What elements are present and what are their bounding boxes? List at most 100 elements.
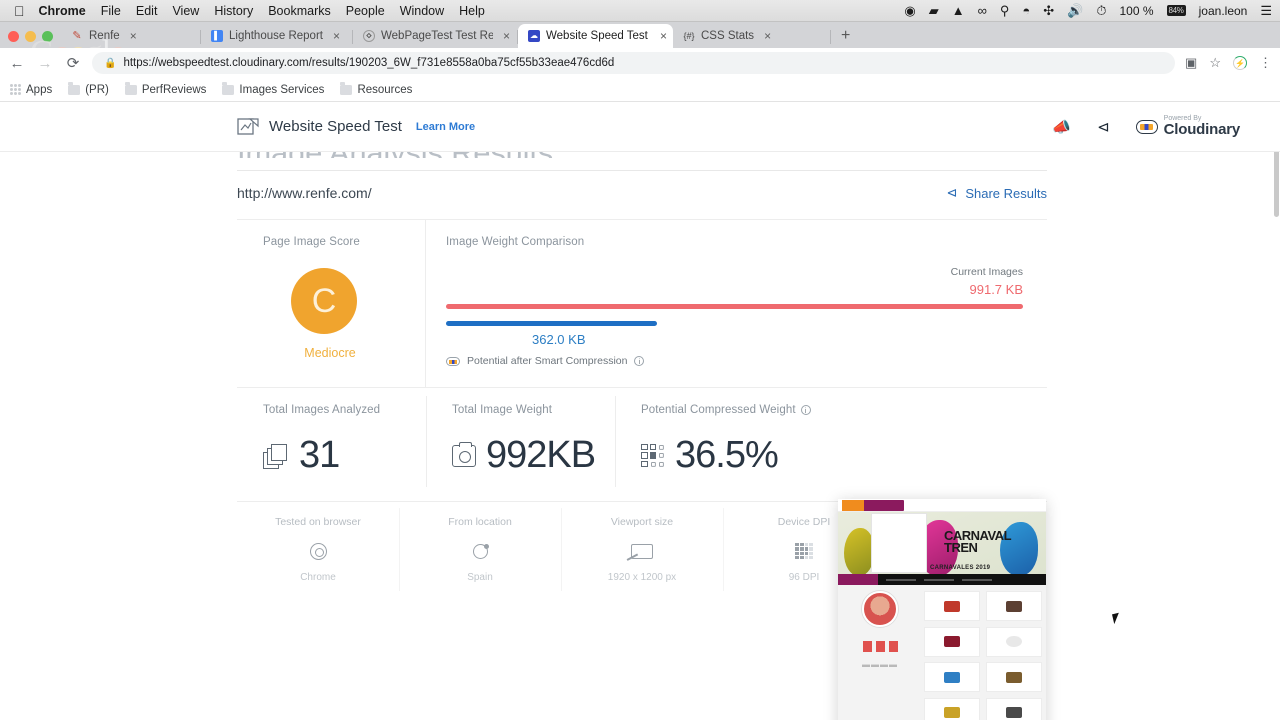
menu-item-edit[interactable]: Edit xyxy=(136,4,158,18)
tab-close-icon[interactable]: × xyxy=(503,29,510,43)
menu-item-help[interactable]: Help xyxy=(459,4,485,18)
metric-total-images-analyzed: Total Images Analyzed 31 xyxy=(237,388,426,501)
megaphone-icon[interactable]: 📣 xyxy=(1052,118,1071,136)
tab-close-icon[interactable]: × xyxy=(333,29,340,43)
tab-css-stats[interactable]: {#} CSS Stats × xyxy=(673,24,831,48)
bookmark-label: PerfReviews xyxy=(141,83,207,96)
address-bar-url: https://webspeedtest.cloudinary.com/resu… xyxy=(123,57,615,69)
page-viewport: Website Speed Test Learn More 📣 ⊲ Powere… xyxy=(0,102,1280,720)
bluetooth-icon[interactable]: ✣ xyxy=(1043,4,1054,17)
info-icon[interactable]: i xyxy=(634,356,645,366)
site-header: Website Speed Test Learn More 📣 ⊲ Powere… xyxy=(0,102,1280,152)
cssstats-icon: {#} xyxy=(683,30,695,41)
env-viewport-size: Viewport size 1920 x 1200 px xyxy=(561,502,723,601)
preview-tile xyxy=(924,697,980,720)
preview-tile xyxy=(986,626,1042,657)
menu-item-view[interactable]: View xyxy=(172,4,199,18)
lighthouse-extension-icon[interactable]: ⚡ xyxy=(1233,56,1247,70)
preview-body: ▬▬▬▬ xyxy=(838,585,1046,720)
learn-more-link[interactable]: Learn More xyxy=(416,121,475,133)
user-account-label[interactable]: joan.leon xyxy=(1199,4,1248,18)
address-bar[interactable]: 🔒 https://webspeedtest.cloudinary.com/re… xyxy=(92,52,1176,74)
bookmark-perfreviews[interactable]: PerfReviews xyxy=(124,82,207,96)
menu-item-window[interactable]: Window xyxy=(400,4,444,18)
env-value: Spain xyxy=(467,572,493,583)
bookmark-apps[interactable]: Apps xyxy=(10,84,52,96)
site-title: Website Speed Test xyxy=(269,118,402,135)
menu-item-people[interactable]: People xyxy=(346,4,385,18)
reload-button[interactable]: ⟳ xyxy=(64,56,82,71)
tab-close-icon[interactable]: × xyxy=(764,29,771,43)
forward-button[interactable]: → xyxy=(36,56,54,71)
volume-icon[interactable]: 🔊 xyxy=(1067,4,1083,17)
preview-hero-banner: CARNAVAL TREN CARNAVALES 2019 xyxy=(838,512,1046,574)
current-images-value: 991.7 KB xyxy=(969,282,1024,297)
apple-logo-icon[interactable]:  xyxy=(14,4,25,18)
tab-webpagetest-result[interactable]: ⋄ WebPageTest Test Result - La × xyxy=(353,24,518,48)
back-button[interactable]: ← xyxy=(8,56,26,71)
bookmark-pr[interactable]: (PR) xyxy=(68,82,109,96)
summary-row: Page Image Score C Mediocre Image Weight… xyxy=(237,219,1047,387)
env-tested-on-browser: Tested on browser Chrome xyxy=(237,502,399,601)
bookmark-label: Apps xyxy=(26,83,53,96)
dpi-grid-icon xyxy=(795,543,813,559)
page-scrollbar[interactable] xyxy=(1273,102,1280,720)
menu-item-bookmarks[interactable]: Bookmarks xyxy=(268,4,331,18)
weight-comparison-chart: Current Images 991.7 KB 362.0 KB Potenti… xyxy=(446,266,1023,367)
glasses-icon[interactable]: ∞ xyxy=(978,4,987,17)
preview-tile xyxy=(986,591,1042,621)
preview-tile xyxy=(986,662,1042,692)
bookmark-star-icon[interactable]: ☆ xyxy=(1209,55,1221,71)
env-value: 1920 x 1200 px xyxy=(607,572,677,583)
dropbox-icon[interactable]: ◉ xyxy=(904,4,915,17)
website-speed-test-logo-icon xyxy=(237,117,259,137)
bookmark-resources[interactable]: Resources xyxy=(340,82,412,96)
env-label: Viewport size xyxy=(610,516,674,528)
tab-website-speed-test[interactable]: ☁ Website Speed Test - Image A × xyxy=(518,24,673,48)
info-icon[interactable]: i xyxy=(800,405,811,415)
preview-nav-bar xyxy=(838,574,1046,585)
menu-item-chrome[interactable]: Chrome xyxy=(39,4,86,18)
mouse-cursor xyxy=(1112,611,1125,625)
menu-item-history[interactable]: History xyxy=(214,4,253,18)
preview-tile-grid xyxy=(924,591,1042,720)
close-window-button[interactable] xyxy=(8,31,19,42)
wifi-icon[interactable]: ◓ xyxy=(1022,4,1030,17)
env-label: From location xyxy=(448,516,512,528)
tab-lighthouse-report[interactable]: ▌ Lighthouse Report × xyxy=(201,24,353,48)
metric-value: 31 xyxy=(299,434,340,476)
maximize-window-button[interactable] xyxy=(42,31,53,42)
site-screenshot-preview[interactable]: CARNAVAL TREN CARNAVALES 2019 ▬▬▬▬ xyxy=(838,499,1046,720)
chrome-icon xyxy=(309,542,327,560)
bookmark-images-services[interactable]: Images Services xyxy=(222,82,325,96)
menu-item-file[interactable]: File xyxy=(101,4,121,18)
preview-tile xyxy=(986,697,1042,720)
translate-icon[interactable]: ▣ xyxy=(1185,55,1197,71)
alfred-icon[interactable]: ▲ xyxy=(952,4,965,17)
minimize-window-button[interactable] xyxy=(25,31,36,42)
notification-center-icon[interactable]: ☰ xyxy=(1260,4,1272,17)
battery-badge: 84% xyxy=(1166,5,1186,16)
tab-close-icon[interactable]: × xyxy=(130,29,137,43)
screen-icon[interactable]: ▰ xyxy=(929,4,939,17)
cloudinary-brand[interactable]: Powered By Cloudinary xyxy=(1135,115,1240,138)
chrome-menu-icon[interactable]: ⋮ xyxy=(1259,55,1272,71)
preview-social-icons xyxy=(862,641,898,652)
mask-yellow-icon xyxy=(844,528,874,574)
folder-icon xyxy=(222,82,235,95)
window-traffic-lights[interactable] xyxy=(6,31,61,48)
tab-close-icon[interactable]: × xyxy=(660,29,667,43)
share-icon[interactable]: ⊲ xyxy=(1097,118,1110,136)
page-image-score-card: Page Image Score C Mediocre xyxy=(237,220,426,387)
new-tab-button[interactable]: + xyxy=(831,28,860,48)
bookmark-label: Images Services xyxy=(239,83,325,96)
search-icon[interactable]: ⚲ xyxy=(1000,4,1010,17)
image-weight-comparison-card: Image Weight Comparison Current Images 9… xyxy=(426,220,1047,387)
tab-renfe[interactable]: ✎ Renfe × xyxy=(61,24,201,48)
preview-hero-title: CARNAVAL TREN xyxy=(944,528,1012,555)
preview-brand-logo xyxy=(842,499,904,511)
preview-tile xyxy=(924,591,980,621)
pen-icon: ✎ xyxy=(72,29,82,42)
timemachine-icon[interactable]: ⏱ xyxy=(1096,4,1106,17)
share-results-button[interactable]: ⊲ Share Results xyxy=(946,185,1047,201)
